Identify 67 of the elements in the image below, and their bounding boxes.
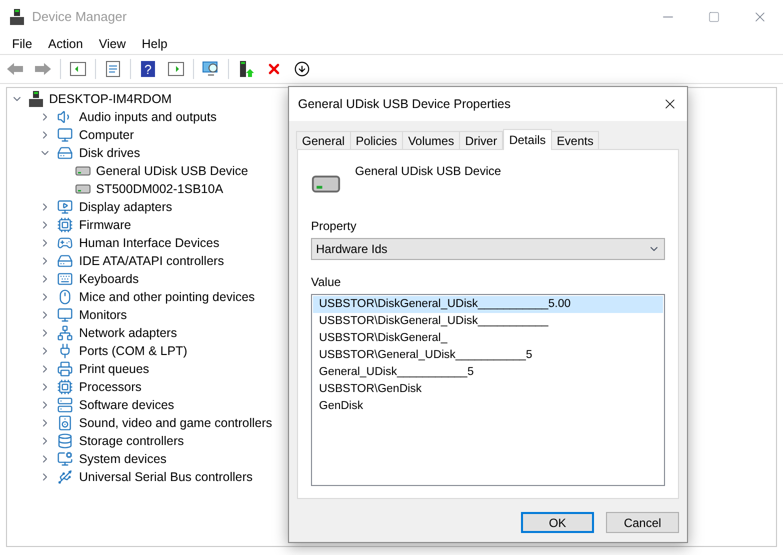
tree-item[interactable]: Firmware xyxy=(79,216,132,234)
tree-item[interactable]: Disk drives xyxy=(79,144,140,162)
dialog-title: General UDisk USB Device Properties xyxy=(298,96,511,113)
monitor-icon xyxy=(57,199,73,215)
tree-item[interactable]: Ports (COM & LPT) xyxy=(79,342,188,360)
chip-icon xyxy=(57,379,73,395)
tree-item[interactable]: IDE ATA/ATAPI controllers xyxy=(79,252,224,270)
tree-item[interactable]: Network adapters xyxy=(79,324,177,342)
monitor-icon xyxy=(57,307,73,323)
value-label: Value xyxy=(311,274,342,291)
mouse-icon xyxy=(57,289,73,305)
tree-item[interactable]: ST500DM002-1SB10A xyxy=(96,180,224,198)
tree-item[interactable]: General UDisk USB Device xyxy=(96,162,248,180)
drive-icon xyxy=(57,253,73,269)
tree-item[interactable]: Universal Serial Bus controllers xyxy=(79,468,253,486)
network-icon xyxy=(57,325,73,341)
menu-item[interactable]: View xyxy=(98,34,126,54)
tree-item[interactable]: Human Interface Devices xyxy=(79,234,220,252)
tree-item[interactable]: Display adapters xyxy=(79,198,172,216)
drive-icon xyxy=(311,174,341,194)
value-item[interactable]: USBSTOR\GenDisk xyxy=(313,381,663,398)
monitor-icon xyxy=(57,127,73,143)
property-dropdown[interactable]: Hardware Ids xyxy=(311,238,665,260)
tree-item[interactable]: Processors xyxy=(79,378,142,396)
gamepad-icon xyxy=(57,235,73,251)
value-item[interactable]: USBSTOR\DiskGeneral_UDisk___________5.00 xyxy=(313,296,663,313)
value-item[interactable]: General_UDisk___________5 xyxy=(313,364,663,381)
menu-item[interactable]: File xyxy=(12,34,32,54)
tree-item[interactable]: Audio inputs and outputs xyxy=(79,108,217,126)
printer-icon xyxy=(57,361,73,377)
tree-item[interactable]: Mice and other pointing devices xyxy=(79,288,255,306)
window-title: Device Manager xyxy=(32,8,127,26)
tree-item[interactable]: DESKTOP-IM4RDOM xyxy=(49,90,172,108)
property-label: Property xyxy=(311,218,358,235)
tree-item[interactable]: Software devices xyxy=(79,396,174,414)
tab[interactable]: Details xyxy=(503,129,552,150)
speaker-icon xyxy=(57,415,73,431)
value-item[interactable]: USBSTOR\DiskGeneral_UDisk___________ xyxy=(313,313,663,330)
tree-item[interactable]: Print queues xyxy=(79,360,150,378)
menu-item[interactable]: Help xyxy=(142,34,168,54)
tab[interactable]: General xyxy=(296,131,351,149)
value-item[interactable]: GenDisk xyxy=(313,398,663,415)
tree-item[interactable]: Keyboards xyxy=(79,270,139,288)
menu-item[interactable]: Action xyxy=(48,34,83,54)
maximize-icon[interactable] xyxy=(708,11,720,23)
drive-icon xyxy=(57,145,73,161)
tab[interactable]: Events xyxy=(550,131,600,149)
monitor-icon xyxy=(57,451,73,467)
tab[interactable]: Driver xyxy=(459,131,504,149)
ok-button[interactable]: OK xyxy=(521,512,594,533)
tree-item[interactable]: System devices xyxy=(79,450,167,468)
chip-icon xyxy=(57,217,73,233)
drive-icon xyxy=(75,183,91,195)
device-name: General UDisk USB Device xyxy=(355,163,502,180)
tree-item[interactable]: Storage controllers xyxy=(79,432,184,450)
computer-icon xyxy=(29,91,43,107)
value-item[interactable]: USBSTOR\General_UDisk___________5 xyxy=(313,347,663,364)
app-icon xyxy=(10,9,24,25)
usb-icon xyxy=(57,469,73,485)
cancel-button[interactable]: Cancel xyxy=(606,512,679,533)
tree-item[interactable]: Computer xyxy=(79,126,134,144)
storage-icon xyxy=(57,433,73,449)
value-item[interactable]: USBSTOR\DiskGeneral_ xyxy=(313,330,663,347)
drive-icon xyxy=(75,165,91,177)
keyboard-icon xyxy=(57,271,73,287)
tree-item[interactable]: Sound, video and game controllers xyxy=(79,414,272,432)
tree-item[interactable]: Monitors xyxy=(79,306,127,324)
